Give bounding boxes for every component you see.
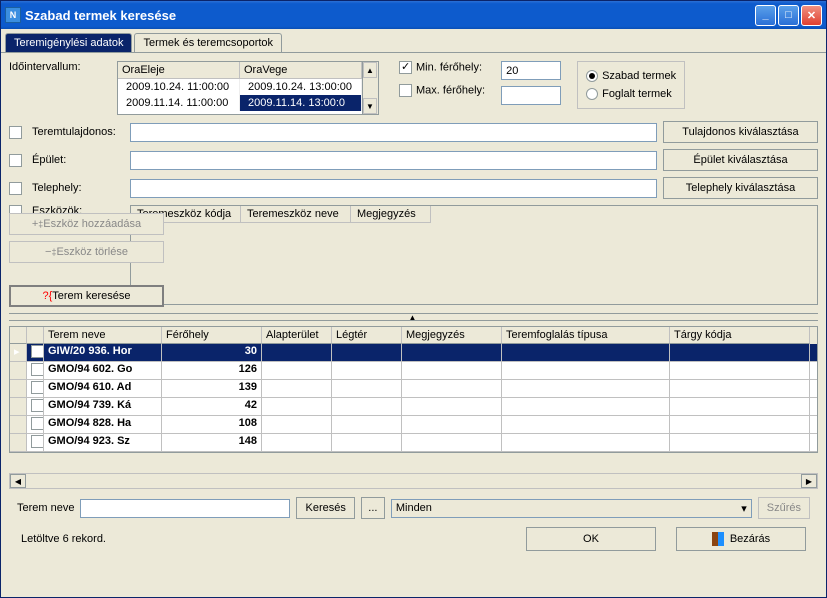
close-button[interactable]: ✕ (801, 5, 822, 26)
filter-dropdown[interactable]: Minden▾ (391, 499, 752, 518)
dots-button[interactable]: ... (361, 497, 385, 519)
szures-button: Szűrés (758, 497, 810, 519)
result-grid[interactable]: Terem neve Férőhely Alapterület Légtér M… (9, 326, 818, 453)
scroll-down-icon[interactable]: ▼ (363, 98, 377, 114)
telephely-checkbox[interactable] (9, 182, 22, 195)
table-row[interactable]: GMO/94 610. Ad 139 (10, 380, 817, 398)
interval-label: Időintervallum: (9, 61, 109, 73)
telephely-input[interactable] (130, 179, 657, 198)
status-text: Letöltve 6 rekord. (21, 533, 106, 545)
col-oravege: OraVege (240, 62, 362, 79)
minimize-button[interactable]: _ (755, 5, 776, 26)
splitter[interactable]: ▲ (9, 313, 818, 321)
table-row[interactable]: GMO/94 602. Go 126 (10, 362, 817, 380)
app-icon: N (5, 7, 21, 23)
window-title: Szabad termek keresése (25, 8, 755, 23)
tab-termek[interactable]: Termek és teremcsoportok (134, 33, 282, 52)
min-checkbox[interactable] (399, 61, 412, 74)
min-input[interactable] (501, 61, 561, 80)
telephely-select-button[interactable]: Telephely kiválasztása (663, 177, 818, 199)
scroll-up-icon[interactable]: ▲ (363, 62, 377, 78)
max-checkbox[interactable] (399, 84, 412, 97)
scroll-left-icon[interactable]: ◀ (10, 474, 26, 488)
tulajdonos-checkbox[interactable] (9, 126, 22, 139)
eszkoz-add-button: +‡ Eszköz hozzáadása (9, 213, 164, 235)
tab-teremigenyles[interactable]: Teremigénylési adatok (5, 33, 132, 52)
radio-szabad[interactable] (586, 70, 598, 82)
eszkozok-grid: Teremeszköz kódja Teremeszköz neve Megje… (130, 205, 818, 305)
scroll-right-icon[interactable]: ▶ (801, 474, 817, 488)
door-icon (712, 532, 724, 546)
table-row[interactable]: GMO/94 923. Sz 148 (10, 434, 817, 452)
terem-neve-label: Terem neve (17, 502, 74, 514)
terem-keresese-button[interactable]: ?{ Terem keresése (9, 285, 164, 307)
table-row[interactable]: GMO/94 739. Ká 42 (10, 398, 817, 416)
table-row[interactable]: ▸ GIW/20 936. Hor 30 (10, 344, 817, 362)
terem-neve-input[interactable] (80, 499, 290, 518)
kereses-button[interactable]: Keresés (296, 497, 354, 519)
epulet-input[interactable] (130, 151, 657, 170)
eszkoz-delete-button: −‡ Eszköz törlése (9, 241, 164, 263)
chevron-down-icon: ▾ (741, 502, 747, 515)
max-input[interactable] (501, 86, 561, 105)
epulet-select-button[interactable]: Épület kiválasztása (663, 149, 818, 171)
titlebar: N Szabad termek keresése _ □ ✕ (1, 1, 826, 29)
radio-foglalt[interactable] (586, 88, 598, 100)
tulajdonos-select-button[interactable]: Tulajdonos kiválasztása (663, 121, 818, 143)
ok-button[interactable]: OK (526, 527, 656, 551)
col-oraeleje: OraEleje (118, 62, 240, 79)
tulajdonos-input[interactable] (130, 123, 657, 142)
time-interval-grid[interactable]: OraEleje OraVege 2009.10.24. 11:00:00 20… (117, 61, 363, 115)
bezaras-button[interactable]: Bezárás (676, 527, 806, 551)
epulet-checkbox[interactable] (9, 154, 22, 167)
maximize-button[interactable]: □ (778, 5, 799, 26)
table-row[interactable]: GMO/94 828. Ha 108 (10, 416, 817, 434)
timegrid-scrollbar[interactable]: ▲ ▼ (363, 61, 379, 115)
horizontal-scrollbar[interactable]: ◀ ▶ (9, 473, 818, 489)
